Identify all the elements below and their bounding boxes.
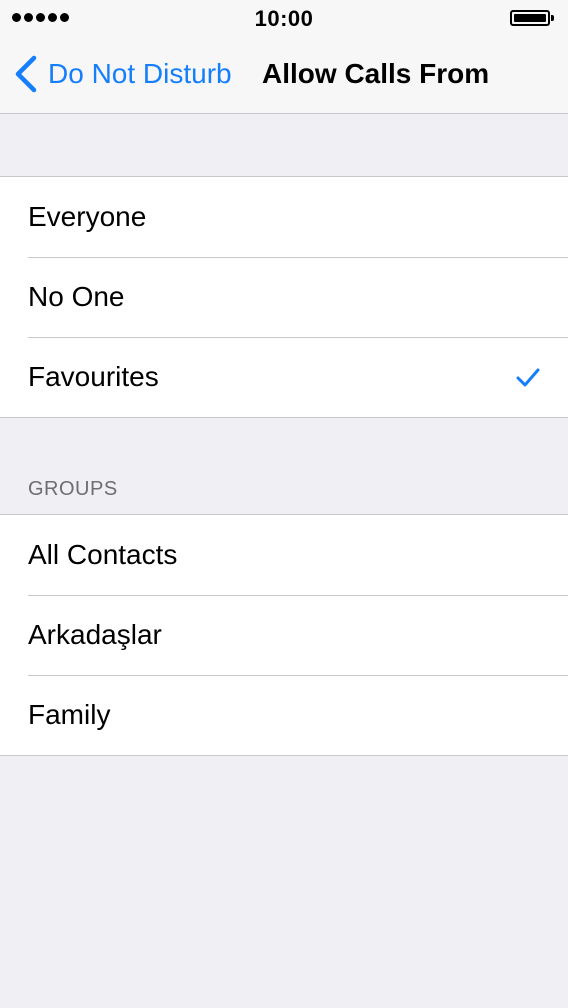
navigation-bar: Do Not Disturb Allow Calls From — [0, 38, 568, 113]
checkmark-icon — [516, 368, 540, 387]
group-label: Arkadaşlar — [28, 619, 162, 650]
chevron-left-icon — [15, 55, 37, 93]
page-title: Allow Calls From — [262, 58, 490, 89]
groups-list: All Contacts Arkadaşlar Family — [0, 514, 568, 756]
option-label: Favourites — [28, 361, 159, 392]
group-row-arkadaslar[interactable]: Arkadaşlar — [0, 595, 568, 675]
option-label: Everyone — [28, 201, 147, 232]
option-label: No One — [28, 281, 125, 312]
back-button-label: Do Not Disturb — [48, 58, 232, 89]
battery-nub — [551, 15, 554, 21]
group-label: Family — [28, 699, 111, 730]
calls-options-list: Everyone No One Favourites — [0, 176, 568, 418]
battery-fill — [514, 14, 546, 22]
status-bar: 10:00 — [0, 0, 568, 38]
group-label: All Contacts — [28, 539, 178, 570]
group-row-all-contacts[interactable]: All Contacts — [0, 515, 568, 595]
battery-shell — [510, 10, 550, 26]
back-button[interactable]: Do Not Disturb — [14, 54, 232, 94]
option-row-favourites[interactable]: Favourites — [0, 337, 568, 417]
top-bar: 10:00 Do Not Disturb Allow Calls From — [0, 0, 568, 114]
option-row-everyone[interactable]: Everyone — [0, 177, 568, 257]
group-row-family[interactable]: Family — [0, 675, 568, 755]
status-time: 10:00 — [254, 6, 314, 31]
battery-icon — [510, 10, 556, 26]
option-row-no-one[interactable]: No One — [0, 257, 568, 337]
section-header-groups: GROUPS — [28, 478, 118, 500]
